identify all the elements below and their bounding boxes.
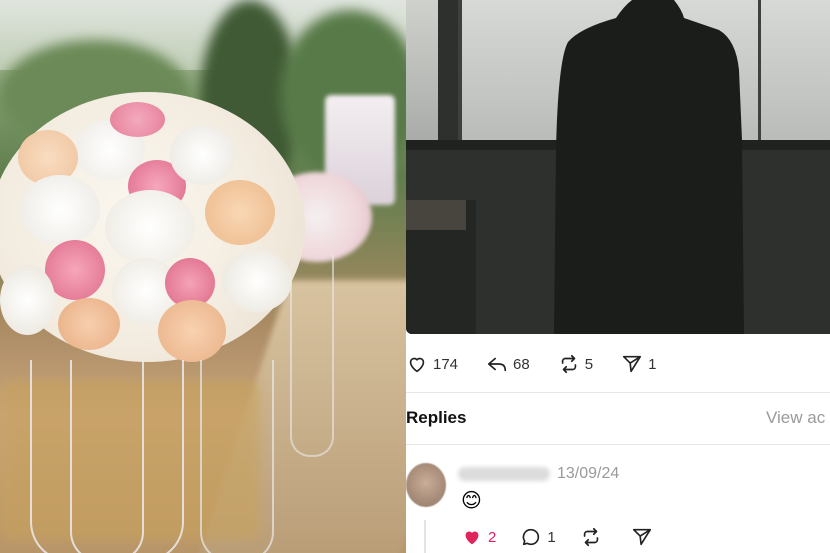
- peach-rose: [158, 300, 226, 362]
- window-left: [406, 0, 438, 140]
- pink-rose: [110, 102, 165, 137]
- white-rose: [105, 190, 195, 265]
- divider: [406, 392, 830, 393]
- person-silhouette-shape: [554, 0, 744, 334]
- view-activity-link[interactable]: View ac: [766, 408, 825, 428]
- share-count: 1: [648, 355, 657, 373]
- reply-repost-button[interactable]: [580, 526, 607, 548]
- like-count: 174: [433, 355, 459, 373]
- divider: [406, 444, 830, 445]
- reply-text: 😊: [461, 490, 482, 512]
- reply-comment-button[interactable]: 1: [520, 526, 556, 548]
- send-icon: [622, 355, 642, 373]
- white-rose: [222, 250, 292, 312]
- reply-date: 13/09/24: [557, 465, 620, 482]
- heart-icon: [409, 357, 425, 373]
- reply-button[interactable]: 68: [486, 353, 530, 375]
- reply-arrow-icon: [487, 357, 507, 372]
- flower-stand: [200, 360, 274, 553]
- flower-stand: [290, 255, 334, 457]
- replies-title: Replies: [406, 408, 467, 427]
- peach-rose: [205, 180, 275, 245]
- repost-button[interactable]: 5: [558, 353, 593, 375]
- white-rose: [0, 265, 55, 335]
- avatar[interactable]: [406, 463, 446, 507]
- reply-like-button[interactable]: 2: [461, 526, 496, 548]
- username-redacted[interactable]: [458, 467, 550, 481]
- repost-icon: [561, 354, 576, 374]
- man-by-window-photo: [406, 0, 830, 334]
- window-frame: [458, 0, 462, 140]
- repost-icon: [583, 527, 598, 547]
- reply-share-button[interactable]: [631, 526, 658, 548]
- reply-action-bar: 2 1: [461, 526, 682, 548]
- like-button[interactable]: 174: [406, 353, 458, 375]
- reply-count: 68: [513, 355, 530, 373]
- repost-count: 5: [584, 355, 594, 373]
- reply-comment-count: 1: [547, 528, 556, 546]
- flower-stand: [70, 360, 144, 553]
- window-frame: [758, 0, 761, 140]
- comment-bubble-icon: [522, 528, 540, 546]
- share-button[interactable]: 1: [621, 353, 656, 375]
- heart-filled-icon: [465, 531, 479, 545]
- wedding-flowers-photo: [0, 0, 406, 553]
- post-action-bar: 174 68 5 1: [406, 348, 830, 380]
- post-panel: 174 68 5 1 Replies View ac 13/09/24 😊 2 …: [406, 0, 830, 553]
- white-rose: [20, 175, 100, 245]
- person-silhouette: [554, 0, 744, 334]
- send-icon: [632, 528, 651, 546]
- peach-rose: [58, 298, 120, 350]
- floor-light: [406, 200, 466, 230]
- thread-line: [424, 520, 426, 553]
- white-rose: [170, 125, 235, 185]
- reply-like-count: 2: [488, 528, 497, 546]
